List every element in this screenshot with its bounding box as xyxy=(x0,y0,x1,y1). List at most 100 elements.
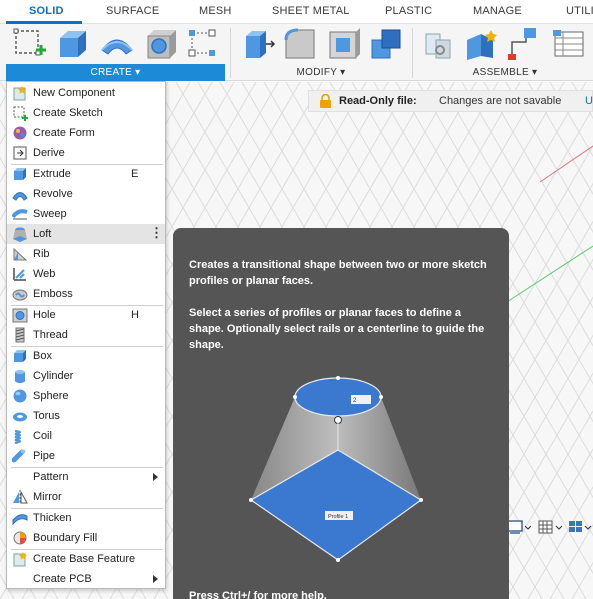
boundary-fill-icon xyxy=(13,531,27,545)
thicken-icon xyxy=(12,514,28,526)
tooltip-description: Creates a transitional shape between two… xyxy=(189,259,487,287)
tab-solid[interactable]: SOLID xyxy=(29,5,64,17)
cylinder-icon xyxy=(15,370,25,383)
create-sketch-icon xyxy=(13,28,46,56)
menu-item-label: Thicken xyxy=(33,512,72,524)
hole-icon xyxy=(147,30,176,59)
hole-button[interactable] xyxy=(142,26,180,62)
assemble-menu-button[interactable]: ASSEMBLE ▾ xyxy=(420,64,590,81)
pattern-button[interactable] xyxy=(185,26,223,62)
menu-item-label: Create PCB xyxy=(33,573,92,585)
menu-item-label: Thread xyxy=(33,329,68,341)
tab-surface[interactable]: SURFACE xyxy=(106,5,159,17)
menu-item-label: Extrude xyxy=(33,168,71,180)
combine-button[interactable] xyxy=(368,26,406,62)
menu-item-thicken[interactable]: Thicken xyxy=(7,508,165,528)
lock-icon xyxy=(320,94,331,108)
menu-item-boundary-fill[interactable]: Boundary Fill xyxy=(7,528,165,548)
menu-item-create-form[interactable]: Create Form xyxy=(7,123,165,143)
menu-item-extrude[interactable]: Extrude E xyxy=(7,164,165,184)
menu-item-label: Mirror xyxy=(33,491,62,503)
create-menu-button[interactable]: CREATE ▾ xyxy=(6,64,225,81)
loft-illustration: 2 Profile 1 xyxy=(249,376,423,562)
menu-item-sphere[interactable]: Sphere xyxy=(7,386,165,406)
web-icon xyxy=(13,268,26,281)
sphere-icon xyxy=(13,389,27,403)
more-options-icon[interactable]: ⋮ xyxy=(150,225,163,241)
tab-plastic[interactable]: PLASTIC xyxy=(385,5,432,17)
menu-item-new-component[interactable]: New Component xyxy=(7,83,165,103)
menu-item-emboss[interactable]: Emboss xyxy=(7,284,165,304)
joint-button[interactable] xyxy=(463,26,501,62)
combine-icon xyxy=(371,29,401,59)
read-only-link[interactable]: U xyxy=(585,95,593,107)
menu-item-label: Pattern xyxy=(33,471,69,483)
menu-item-cylinder[interactable]: Cylinder xyxy=(7,366,165,386)
new-component-icon xyxy=(13,86,26,101)
tab-sheet-metal[interactable]: SHEET METAL xyxy=(272,5,350,17)
mirror-icon xyxy=(13,490,28,504)
shell-icon xyxy=(329,28,360,59)
press-pull-button[interactable] xyxy=(238,26,276,62)
new-component-icon xyxy=(425,33,451,59)
menu-item-box[interactable]: Box xyxy=(7,346,165,366)
menu-item-label: Web xyxy=(33,268,56,280)
menu-item-revolve[interactable]: Revolve xyxy=(7,184,165,204)
workspace-tabs: SOLID SURFACE MESH SHEET METAL PLASTIC M… xyxy=(0,0,593,24)
menu-item-create-sketch[interactable]: Create Sketch xyxy=(7,103,165,123)
read-only-notice: Read-Only file: Changes are not savable … xyxy=(308,90,593,112)
menu-item-label: Create Sketch xyxy=(33,107,103,119)
tab-mesh[interactable]: MESH xyxy=(199,5,232,17)
menu-item-thread[interactable]: Thread xyxy=(7,325,165,345)
create-sketch-button[interactable] xyxy=(10,26,48,62)
menu-item-label: Derive xyxy=(33,147,65,159)
create-form-icon xyxy=(13,126,27,140)
menu-item-coil[interactable]: Coil xyxy=(7,426,165,446)
emboss-icon xyxy=(12,289,28,301)
shortcut-key: H xyxy=(131,309,139,321)
new-component-button[interactable] xyxy=(420,26,458,62)
as-built-joint-button[interactable] xyxy=(506,26,544,62)
menu-item-rib[interactable]: Rib xyxy=(7,244,165,264)
grid-settings-icon[interactable] xyxy=(537,519,563,535)
tooltip-instructions: Select a series of profiles or planar fa… xyxy=(189,307,485,351)
menu-item-label: Emboss xyxy=(33,288,73,300)
thread-icon xyxy=(15,327,25,343)
submenu-arrow-icon xyxy=(153,575,158,583)
menu-item-label: Loft xyxy=(33,228,52,240)
viewports-icon[interactable] xyxy=(567,519,593,535)
menu-item-sweep[interactable]: Sweep xyxy=(7,204,165,224)
shortcut-key: E xyxy=(131,168,139,180)
modify-menu-button[interactable]: MODIFY ▾ xyxy=(236,64,406,81)
menu-item-torus[interactable]: Torus xyxy=(7,406,165,426)
menu-item-label: Rib xyxy=(33,248,50,260)
menu-item-label: Create Base Feature xyxy=(33,553,136,565)
menu-item-create-pcb[interactable]: Create PCB xyxy=(7,569,165,589)
menu-item-mirror[interactable]: Mirror xyxy=(7,487,165,507)
menu-item-web[interactable]: Web xyxy=(7,264,165,284)
ribbon-separator xyxy=(230,28,231,78)
bill-of-materials-button[interactable] xyxy=(551,26,589,62)
menu-item-hole[interactable]: Hole H xyxy=(7,305,165,325)
revolve-icon xyxy=(101,39,133,55)
menu-item-pipe[interactable]: Pipe xyxy=(7,446,165,466)
base-feature-icon xyxy=(13,552,27,567)
revolve-button[interactable] xyxy=(98,26,136,62)
tooltip-help-hint: Press Ctrl+/ for more help. xyxy=(189,590,327,599)
fillet-button[interactable] xyxy=(282,26,320,62)
joint-icon xyxy=(467,30,497,60)
derive-icon xyxy=(13,146,27,160)
menu-item-label: Cylinder xyxy=(33,370,74,382)
extrude-button[interactable] xyxy=(54,26,92,62)
menu-item-derive[interactable]: Derive xyxy=(7,143,165,163)
menu-item-loft[interactable]: Loft ⋮ xyxy=(7,224,165,244)
menu-item-label: Create Form xyxy=(33,127,95,139)
sweep-icon xyxy=(12,209,28,220)
tab-manage[interactable]: MANAGE xyxy=(473,5,522,17)
loft-tooltip: Creates a transitional shape between two… xyxy=(173,228,509,599)
shell-button[interactable] xyxy=(326,26,364,62)
menu-item-create-base-feature[interactable]: Create Base Feature xyxy=(7,549,165,569)
menu-item-pattern[interactable]: Pattern xyxy=(7,467,165,487)
torus-icon xyxy=(13,412,27,422)
tab-utilities[interactable]: UTILI xyxy=(566,5,593,17)
